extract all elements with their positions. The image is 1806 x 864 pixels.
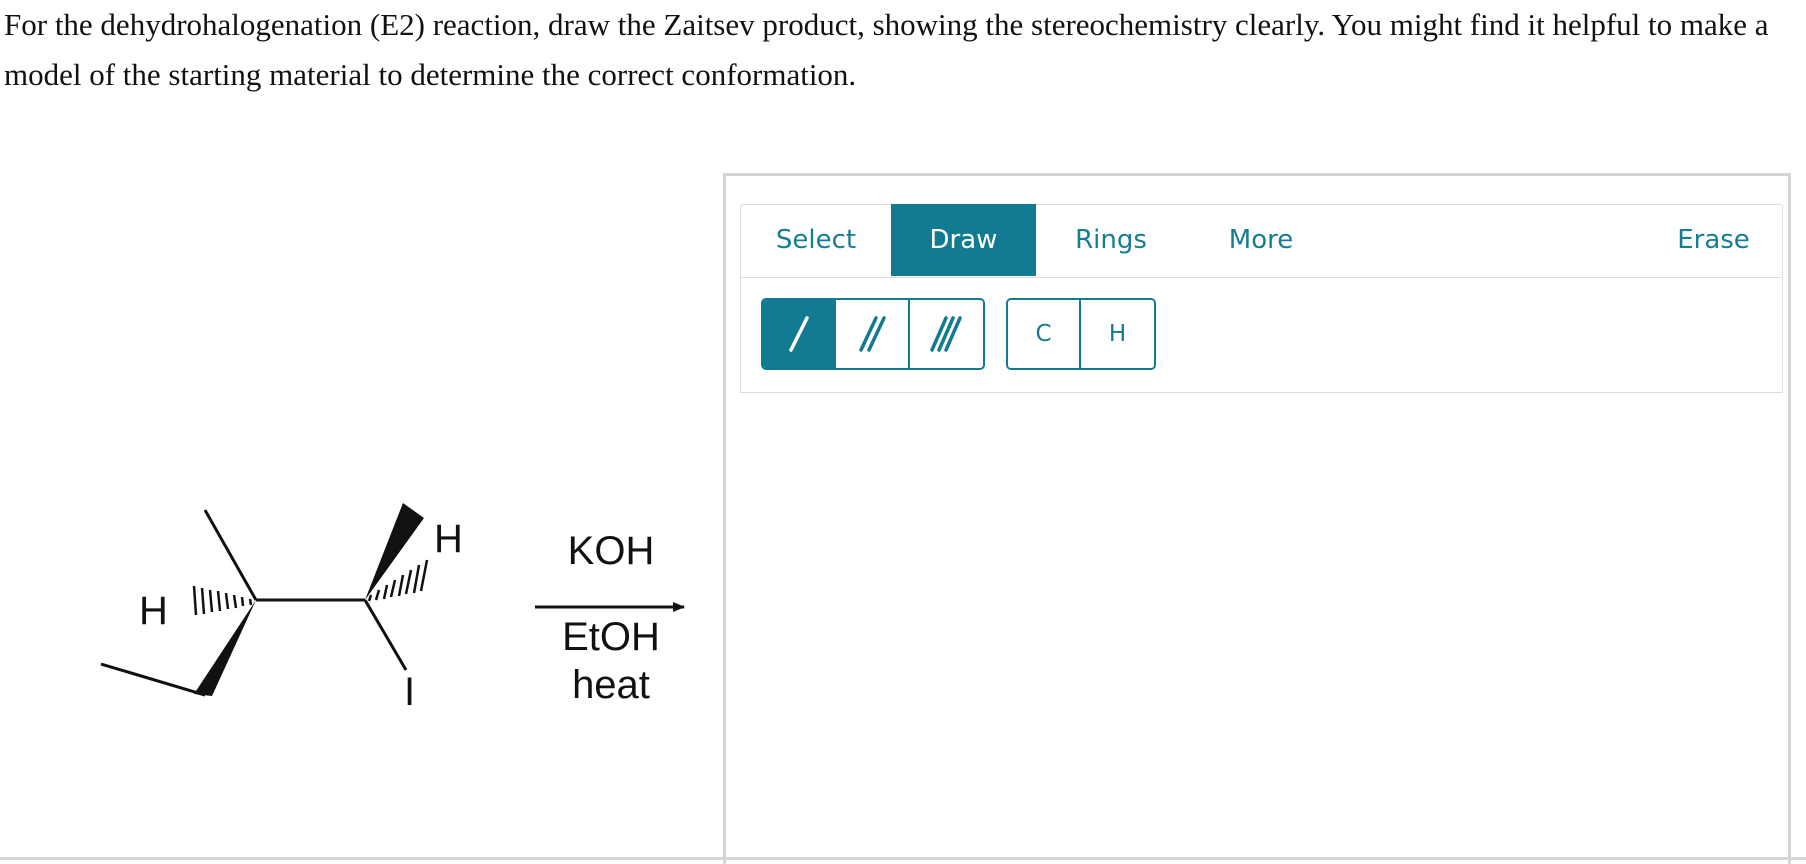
carbon-atom-button[interactable]: C — [1008, 300, 1082, 368]
triple-bond-icon — [930, 316, 963, 352]
erase-button[interactable]: Erase — [1646, 204, 1781, 276]
atom-label-iodine: I — [404, 670, 415, 714]
draw-toolbar: C H — [740, 277, 1783, 393]
double-bond-button[interactable] — [836, 300, 910, 368]
double-bond-icon — [859, 316, 886, 352]
tab-rings[interactable]: Rings — [1036, 204, 1186, 276]
reagent-heat: heat — [572, 663, 650, 707]
single-bond-icon — [788, 316, 809, 352]
atom-label-h-right: H — [434, 517, 463, 561]
drawing-canvas[interactable] — [740, 393, 1783, 864]
wedge-bond-c2-ethyl — [194, 600, 256, 696]
atom-tool-group: C H — [1006, 298, 1156, 370]
structure-sketcher[interactable]: Select Draw Rings More Erase C H — [723, 173, 1791, 864]
tab-select[interactable]: Select — [741, 204, 891, 276]
question-text: For the dehydrohalogenation (E2) reactio… — [4, 7, 1769, 92]
reagent-koh: KOH — [568, 529, 655, 573]
bond-c3-iodine — [363, 599, 408, 671]
hash-bond-c2-h — [192, 585, 253, 616]
triple-bond-button[interactable] — [909, 300, 983, 368]
starting-material-structure: H H I KOH EtOH heat — [100, 503, 685, 714]
single-bond-button[interactable] — [763, 300, 837, 368]
bond-ethyl-ch3 — [100, 662, 206, 697]
atom-label-h-left: H — [139, 589, 168, 633]
hydrogen-atom-button[interactable]: H — [1081, 300, 1154, 368]
sketcher-tab-bar: Select Draw Rings More Erase — [740, 204, 1783, 278]
hydrogen-atom-label: H — [1108, 321, 1127, 347]
reagent-etoh: EtOH — [562, 615, 660, 659]
tab-more[interactable]: More — [1186, 204, 1336, 276]
carbon-atom-label: C — [1035, 321, 1052, 347]
bond-c2-methyl — [203, 509, 258, 601]
bottom-divider — [0, 857, 1806, 860]
tab-draw[interactable]: Draw — [891, 204, 1036, 276]
bond-tool-group — [761, 298, 985, 370]
